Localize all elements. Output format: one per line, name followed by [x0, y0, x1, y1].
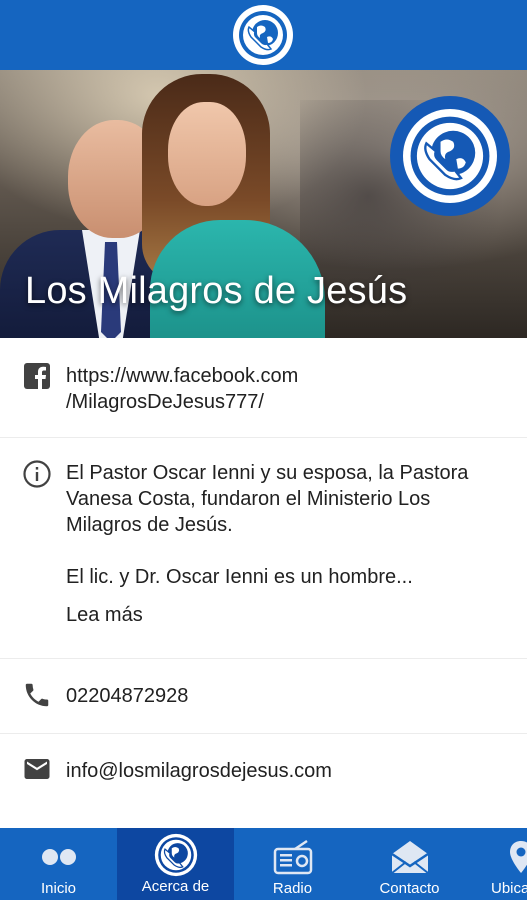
facebook-icon [22, 361, 52, 391]
email-address[interactable]: info@losmilagrosdejesus.com [66, 758, 507, 784]
pastora-photo-head [168, 102, 246, 206]
envelope-icon [389, 838, 431, 876]
phone-number[interactable]: 02204872928 [66, 683, 507, 709]
globe-phone-logo-icon[interactable] [233, 5, 293, 65]
email-row[interactable]: info@losmilagrosdejesus.com [0, 734, 527, 808]
radio-icon [273, 838, 313, 876]
bottom-navigation: Inicio Acerca de Radio Contacto Ubica [0, 828, 527, 900]
nav-item-contacto[interactable]: Contacto [351, 828, 468, 900]
home-dots-icon [39, 838, 79, 876]
phone-row[interactable]: 02204872928 [0, 659, 527, 734]
email-icon [22, 754, 52, 784]
hero-banner: Los Milagros de Jesús [0, 70, 527, 338]
top-app-bar [0, 0, 527, 70]
nav-item-acerca-de[interactable]: Acerca de [117, 828, 234, 900]
info-icon [22, 459, 52, 489]
location-pin-icon [508, 838, 527, 876]
phone-icon [22, 680, 52, 710]
about-row: El Pastor Oscar Ienni y su esposa, la Pa… [0, 438, 527, 659]
nav-item-ubica[interactable]: Ubica [468, 828, 527, 900]
facebook-row[interactable]: https://www.facebook.com /MilagrosDeJesu… [0, 339, 527, 438]
facebook-link[interactable]: https://www.facebook.com /MilagrosDeJesu… [66, 363, 507, 415]
nav-item-inicio[interactable]: Inicio [0, 828, 117, 900]
read-more-link[interactable]: Lea más [66, 602, 507, 628]
globe-phone-logo-icon [154, 833, 198, 877]
globe-phone-logo-icon [390, 96, 510, 216]
page-title: Los Milagros de Jesús [25, 270, 408, 312]
nav-item-radio[interactable]: Radio [234, 828, 351, 900]
about-description: El Pastor Oscar Ienni y su esposa, la Pa… [66, 462, 469, 588]
